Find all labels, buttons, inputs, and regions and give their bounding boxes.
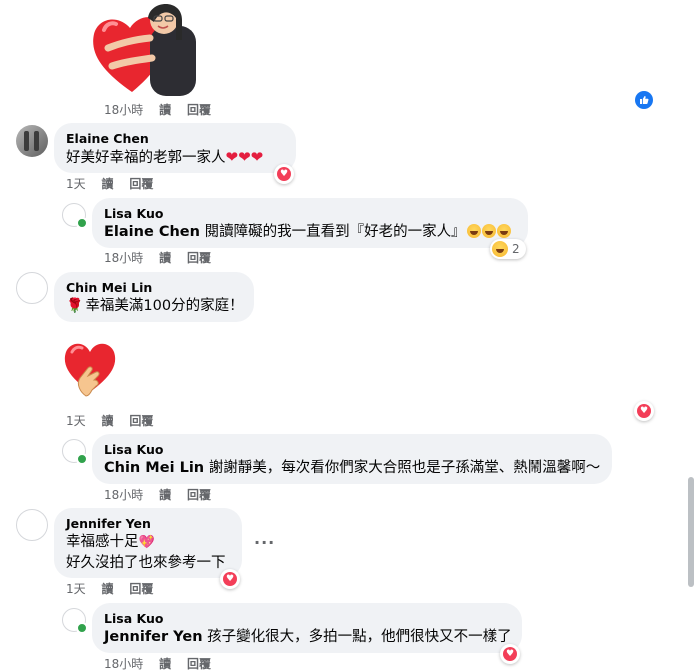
read-button[interactable]: 讀 [101,414,113,428]
comment-text: Chin Mei Lin 謝謝靜美，每次看你們家大合照也是子孫滿堂、熱鬧溫馨啊～ [104,460,601,476]
reply-bubble: Lisa Kuo Jennifer Yen 孩子變化很大，多拍一點，他們很快又不… [92,603,522,653]
haha-reaction-badge[interactable]: 2 [490,239,526,259]
laughing-emoji-icon [496,224,511,238]
like-icon[interactable] [635,91,653,109]
reply-button[interactable]: 回覆 [187,488,211,502]
comment-time[interactable]: 1天 [66,414,86,428]
online-status-indicator [76,622,88,634]
reply-button[interactable]: 回覆 [187,657,211,671]
comment-actions: 18小時 讀 回覆 [104,656,223,672]
comment-text: Elaine Chen 閱讀障礙的我一直看到『好老的一家人』 [104,222,516,242]
commenter-name[interactable]: Lisa Kuo [104,442,600,458]
comment-time[interactable]: 1天 [66,582,86,596]
rose-emoji-icon: 🌹 [66,298,84,314]
heart-icon: ♥ [637,404,651,418]
heart-icon: ♥ [277,167,291,181]
reply-button[interactable]: 回覆 [129,582,153,596]
love-reaction-badge[interactable]: ♥ [220,569,240,589]
commenter-name[interactable]: Lisa Kuo [104,611,510,627]
comment-actions: 18小時 讀 回覆 [104,487,223,503]
avatar-jennifer-yen[interactable] [16,509,48,541]
read-button[interactable]: 讀 [159,251,171,265]
online-status-indicator [76,453,88,465]
comment-time[interactable]: 1天 [66,177,86,191]
comment-text: 好美好幸福的老郭一家人❤❤❤ [66,148,264,166]
comment-actions: 1天 讀 回覆 [66,176,165,192]
love-reaction-badge[interactable]: ♥ [274,164,294,184]
comment-text: 🌹 幸福美滿100分的家庭！ [66,298,244,314]
sticker-heart-hand [62,338,118,398]
more-options-icon[interactable]: ··· [254,533,275,552]
mention-tag[interactable]: Jennifer Yen [104,629,203,645]
comment-text-line-2: 好久沒拍了也來參考一下 [66,555,226,571]
reply-button[interactable]: 回覆 [129,414,153,428]
laughing-emoji-icon [466,224,481,238]
sparkling-heart-icon: 💖 [138,535,155,550]
comment-bubble: Chin Mei Lin 🌹 幸福美滿100分的家庭！ [54,272,254,322]
reply-button[interactable]: 回覆 [187,251,211,265]
comment-bubble: Elaine Chen 好美好幸福的老郭一家人❤❤❤ [54,123,296,173]
comment-bubble: Jennifer Yen 幸福感十足💖 好久沒拍了也來參考一下 [54,508,242,578]
read-button[interactable]: 讀 [159,488,171,502]
reply-button[interactable]: 回覆 [187,103,211,117]
love-reaction-badge[interactable]: ♥ [500,644,520,664]
comment-actions: 18小時 讀 回覆 [104,250,223,266]
reaction-count: 2 [512,242,520,256]
commenter-name[interactable]: Lisa Kuo [104,206,516,222]
heart-icon: ♥ [223,572,237,586]
comment-actions: 1天 讀 回覆 [66,413,165,429]
love-reaction-badge[interactable]: ♥ [634,401,654,421]
reply-bubble: Lisa Kuo Chin Mei Lin 謝謝靜美，每次看你們家大合照也是子孫… [92,434,612,484]
comment-actions: 18小時 讀 回覆 [104,102,223,118]
read-button[interactable]: 讀 [101,582,113,596]
commenter-name[interactable]: Elaine Chen [66,131,284,147]
comment-time[interactable]: 18小時 [104,251,143,265]
reply-button[interactable]: 回覆 [129,177,153,191]
scrollbar-thumb[interactable] [688,477,694,587]
comment-time[interactable]: 18小時 [104,657,143,671]
laughing-emoji-icon [492,241,508,257]
comment-actions: 1天 讀 回覆 [66,581,165,597]
sticker-heart-hug [90,0,200,98]
comment-text-line-1: 幸福感十足💖 [66,534,155,550]
online-status-indicator [76,217,88,229]
avatar-chin-mei-lin[interactable] [16,272,48,304]
read-button[interactable]: 讀 [159,657,171,671]
laughing-emoji-icon [481,224,496,238]
commenter-name[interactable]: Chin Mei Lin [66,280,242,296]
mention-tag[interactable]: Chin Mei Lin [104,460,204,476]
comment-time[interactable]: 18小時 [104,488,143,502]
read-button[interactable]: 讀 [159,103,171,117]
commenter-name[interactable]: Jennifer Yen [66,516,230,532]
comment-time[interactable]: 18小時 [104,103,143,117]
avatar-elaine-chen[interactable] [16,125,48,157]
read-button[interactable]: 讀 [101,177,113,191]
comment-text: Jennifer Yen 孩子變化很大，多拍一點，他們很快又不一樣了 [104,629,512,645]
reply-bubble: Lisa Kuo Elaine Chen 閱讀障礙的我一直看到『好老的一家人』 [92,198,528,248]
heart-emoji-icon: ❤❤❤ [225,148,264,166]
heart-icon: ♥ [503,647,517,661]
mention-tag[interactable]: Elaine Chen [104,224,200,240]
